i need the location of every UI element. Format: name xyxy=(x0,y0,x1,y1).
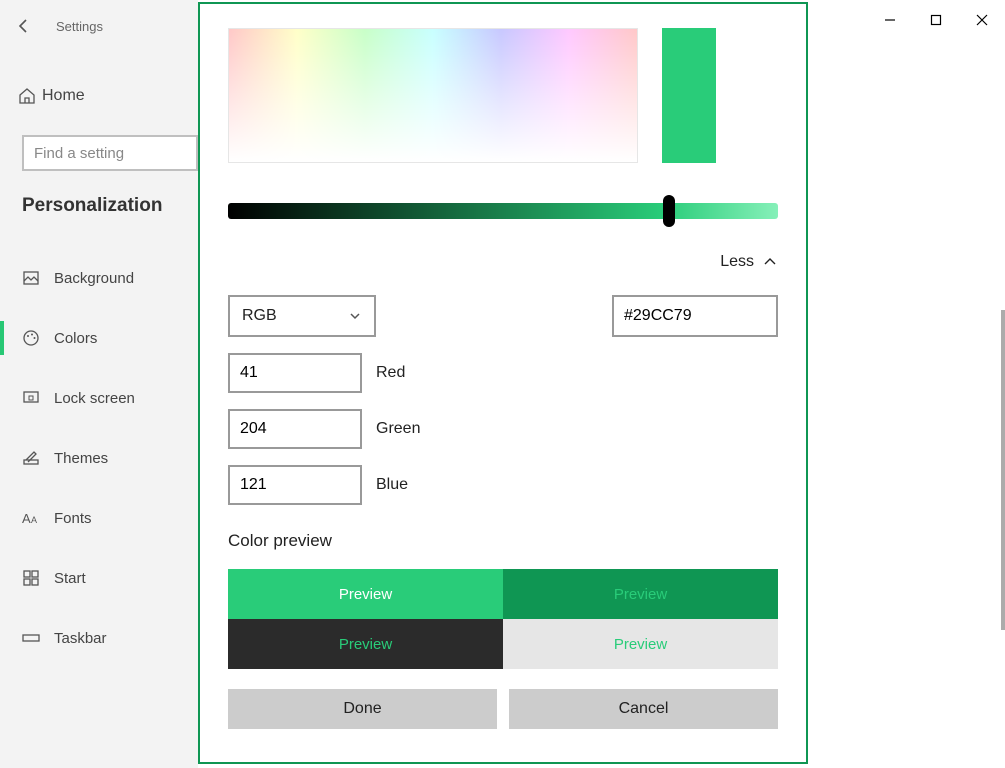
red-input-box[interactable] xyxy=(228,353,362,393)
red-label: Red xyxy=(376,364,405,382)
nav-item-label: Lock screen xyxy=(54,390,135,407)
green-input-box[interactable] xyxy=(228,409,362,449)
red-input[interactable] xyxy=(240,364,350,382)
home-button[interactable]: Home xyxy=(0,75,198,117)
taskbar-icon xyxy=(22,631,54,645)
start-grid-icon xyxy=(22,569,54,587)
home-label: Home xyxy=(42,87,85,105)
saturation-value-field[interactable] xyxy=(228,28,638,163)
value-slider[interactable] xyxy=(228,203,778,219)
minimize-button[interactable] xyxy=(867,0,913,40)
palette-icon xyxy=(22,329,54,347)
nav-item-label: Colors xyxy=(54,330,97,347)
nav-item-fonts[interactable]: AAFonts xyxy=(0,495,198,541)
color-picker-dialog: Less RGB Red Green Blue Color pr xyxy=(198,2,808,764)
nav-item-label: Background xyxy=(54,270,134,287)
color-mode-dropdown[interactable]: RGB xyxy=(228,295,376,337)
nav-item-colors[interactable]: Colors xyxy=(0,315,198,361)
titlebar xyxy=(867,0,1005,40)
nav-item-label: Taskbar xyxy=(54,630,107,647)
nav-item-taskbar[interactable]: Taskbar xyxy=(0,615,198,661)
blue-label: Blue xyxy=(376,476,408,494)
back-button[interactable] xyxy=(0,5,48,47)
less-toggle-label[interactable]: Less xyxy=(720,253,754,271)
scrollbar[interactable] xyxy=(999,40,1005,764)
nav-item-themes[interactable]: Themes xyxy=(0,435,198,481)
nav-item-lock-screen[interactable]: Lock screen xyxy=(0,375,198,421)
svg-text:A: A xyxy=(31,515,37,525)
font-icon: AA xyxy=(22,510,54,526)
preview-light-on-accent: Preview xyxy=(228,569,503,619)
search-input[interactable] xyxy=(34,145,186,162)
chevron-down-icon xyxy=(348,309,362,323)
nav-item-start[interactable]: Start xyxy=(0,555,198,601)
close-button[interactable] xyxy=(959,0,1005,40)
home-icon xyxy=(18,87,42,105)
monitor-lock-icon xyxy=(22,389,54,407)
scrollbar-thumb[interactable] xyxy=(1001,310,1005,630)
preview-accent-on-dark-accent: Preview xyxy=(503,569,778,619)
pencil-icon xyxy=(22,449,54,467)
blue-input-box[interactable] xyxy=(228,465,362,505)
value-slider-thumb[interactable] xyxy=(663,195,675,227)
maximize-button[interactable] xyxy=(913,0,959,40)
preview-accent-on-dark: Preview xyxy=(228,619,503,669)
window-title: Settings xyxy=(48,19,103,34)
preview-accent-on-light: Preview xyxy=(503,619,778,669)
nav-item-background[interactable]: Background xyxy=(0,255,198,301)
green-input[interactable] xyxy=(240,420,350,438)
current-color-swatch xyxy=(662,28,716,163)
color-mode-value: RGB xyxy=(242,307,277,325)
hex-input-box[interactable] xyxy=(612,295,778,337)
sidebar: Settings Home Personalization Background… xyxy=(0,0,198,768)
image-icon xyxy=(22,269,54,287)
nav-item-label: Themes xyxy=(54,450,108,467)
done-button[interactable]: Done xyxy=(228,689,497,729)
section-title: Personalization xyxy=(0,171,198,217)
nav-item-label: Start xyxy=(54,570,86,587)
color-preview-title: Color preview xyxy=(228,531,778,551)
blue-input[interactable] xyxy=(240,476,350,494)
green-label: Green xyxy=(376,420,420,438)
cancel-button[interactable]: Cancel xyxy=(509,689,778,729)
search-box[interactable] xyxy=(22,135,198,171)
chevron-up-icon[interactable] xyxy=(762,254,778,270)
svg-text:A: A xyxy=(22,511,31,526)
nav-item-label: Fonts xyxy=(54,510,92,527)
hex-input[interactable] xyxy=(624,307,766,325)
color-preview-grid: Preview Preview Preview Preview xyxy=(228,569,778,669)
